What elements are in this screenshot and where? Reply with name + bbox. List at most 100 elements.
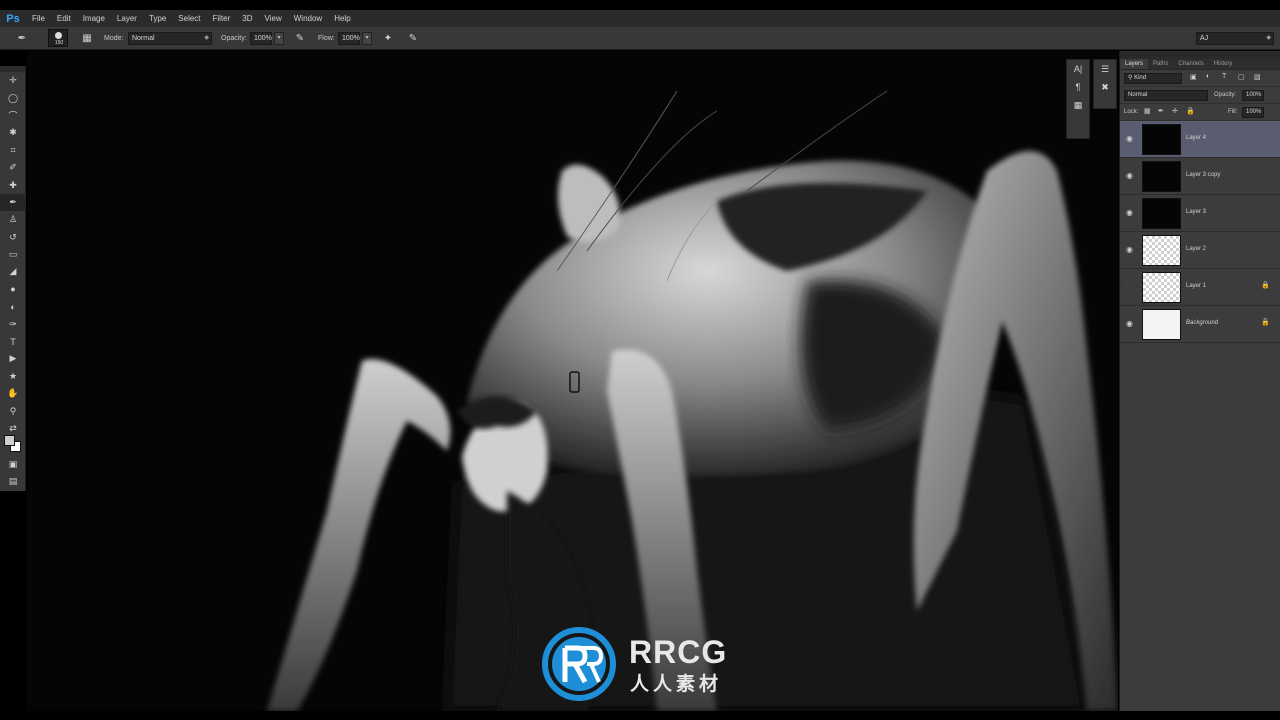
shape-filter-icon[interactable]: ▢ [1238,73,1245,81]
eyedropper-tool-icon[interactable]: ✐ [0,159,26,176]
layer-row[interactable]: ◉ Layer 3 [1120,195,1280,232]
collapsed-panel-dock: A| ¶ ▦ ☰ ✖ [1066,51,1118,139]
brush-tool-icon[interactable]: ✒ [0,193,26,212]
tools-panel: ✛ ◯ ⌒ ✱ ⌗ ✐ ✚ ✒ ♙ ↺ ▭ ◢ ● ◐ ✑ T ▶ ★ ✋ ⚲ … [0,66,26,491]
lock-all-icon[interactable]: 🔒 [1186,107,1195,115]
lock-position-icon[interactable]: ✛ [1172,107,1178,115]
eraser-tool-icon[interactable]: ▭ [0,246,26,263]
brush-tool-preset-icon[interactable]: ✒ [14,30,30,46]
dodge-tool-icon[interactable]: ◐ [0,298,26,315]
menu-window[interactable]: Window [288,10,328,27]
lock-transparent-icon[interactable]: ▦ [1144,107,1151,115]
swatches-panel-icon[interactable]: ▦ [1067,96,1089,114]
brush-size-value: 150 [54,40,64,46]
custom-shape-tool-icon[interactable]: ★ [0,368,26,385]
path-selection-tool-icon[interactable]: ▶ [0,350,26,367]
tab-channels[interactable]: Channels [1173,59,1208,69]
opacity-dropdown-button[interactable]: ▾ [274,32,284,45]
paragraph-panel-icon[interactable]: ¶ [1067,78,1089,96]
opacity-input[interactable]: 100% [250,32,272,45]
adjustment-filter-icon[interactable]: ◐ [1206,73,1210,80]
layer-opacity-input[interactable]: 100% [1242,90,1264,101]
pressure-size-icon[interactable]: ✎ [405,30,421,46]
hand-tool-icon[interactable]: ✋ [0,385,26,402]
menu-select[interactable]: Select [172,10,206,27]
layer-row[interactable]: ◉ Layer 4 [1120,121,1280,158]
layers-panel-top-bar[interactable] [1120,51,1280,59]
quick-mask-icon[interactable]: ▣ [0,456,26,473]
dock-column-1: A| ¶ ▦ [1066,59,1090,139]
menu-image[interactable]: Image [77,10,111,27]
options-bar: ✒ 150 ▦ Mode: Normal ◆ Opacity: 100% ▾ ✎ … [0,27,1280,50]
menu-layer[interactable]: Layer [111,10,143,27]
bottom-black-strip [0,711,1280,720]
tab-paths[interactable]: Paths [1148,59,1173,69]
layer-name: Layer 3 copy [1186,172,1221,178]
menu-type[interactable]: Type [143,10,172,27]
pixel-filter-icon[interactable]: ▣ [1190,73,1197,81]
layer-row[interactable]: □ Layer 1 🔒 [1120,269,1280,306]
filter-kind-value: Kind [1134,75,1147,81]
blur-tool-icon[interactable]: ● [0,281,26,298]
menu-help[interactable]: Help [328,10,356,27]
tab-history[interactable]: History [1209,59,1238,69]
visibility-eye-icon[interactable]: ◉ [1126,171,1133,180]
lock-icon: 🔒 [1261,282,1270,289]
menu-file[interactable]: File [26,10,51,27]
layer-row[interactable]: ◉ Layer 2 [1120,232,1280,269]
character-panel-icon[interactable]: A| [1067,60,1089,78]
brush-size-preview[interactable]: 150 [48,29,68,47]
foreground-color-swatch[interactable] [4,435,15,446]
blend-mode-select[interactable]: Normal [1124,90,1208,101]
mode-select[interactable]: Normal ◆ [128,32,212,45]
airbrush-icon[interactable]: ✦ [380,30,396,46]
marquee-tool-icon[interactable]: ◯ [0,89,26,106]
lock-label: Lock: [1124,109,1139,115]
menu-view[interactable]: View [259,10,288,27]
opacity-label: Opacity: [1214,92,1237,98]
tool-presets-panel-icon[interactable]: ✖ [1094,78,1116,96]
healing-brush-tool-icon[interactable]: ✚ [0,176,26,193]
visibility-eye-icon[interactable]: ◉ [1126,208,1133,217]
paint-bucket-tool-icon[interactable]: ◢ [0,263,26,280]
layer-filter-kind-select[interactable]: ⚲ Kind [1124,73,1182,84]
history-brush-tool-icon[interactable]: ↺ [0,229,26,246]
top-black-strip [0,0,1280,10]
visibility-eye-icon[interactable]: ◉ [1126,245,1133,254]
screen-mode-icon[interactable]: ▤ [0,473,26,490]
lock-image-icon[interactable]: ✒ [1158,107,1164,115]
menu-edit[interactable]: Edit [51,10,77,27]
tab-layers[interactable]: Layers [1120,59,1149,69]
type-filter-icon[interactable]: T [1222,73,1226,80]
pressure-opacity-icon[interactable]: ✎ [292,30,308,46]
layer-row[interactable]: ◉ Background 🔒 [1120,306,1280,343]
move-tool-icon[interactable]: ✛ [0,72,26,89]
quick-select-tool-icon[interactable]: ✱ [0,124,26,141]
clone-stamp-tool-icon[interactable]: ♙ [0,211,26,228]
visibility-eye-icon[interactable]: ◉ [1126,319,1133,328]
lasso-tool-icon[interactable]: ⌒ [0,107,26,124]
zoom-tool-icon[interactable]: ⚲ [0,402,26,419]
brush-tip-icon [55,32,62,39]
crop-tool-icon[interactable]: ⌗ [0,142,26,159]
lock-icon: 🔒 [1261,319,1270,326]
document-canvas[interactable] [27,51,1118,711]
visibility-off-icon[interactable]: □ [1126,282,1131,291]
brush-panel-toggle-icon[interactable]: ▦ [79,30,95,46]
adjustments-panel-icon[interactable]: ☰ [1094,60,1116,78]
type-tool-icon[interactable]: T [0,333,26,350]
menu-filter[interactable]: Filter [207,10,237,27]
workspace-select[interactable]: AJ ◆ [1196,32,1274,45]
pen-tool-icon[interactable]: ✑ [0,315,26,332]
layer-row[interactable]: ◉ Layer 3 copy [1120,158,1280,195]
flow-input[interactable]: 100% [338,32,360,45]
layer-name: Layer 4 [1186,135,1207,141]
panel-tabs: Layers Paths Channels History [1120,59,1280,70]
chevron-updown-icon: ◆ [1266,35,1271,41]
menu-3d[interactable]: 3D [236,10,258,27]
layer-fill-input[interactable]: 100% [1242,107,1264,118]
smart-object-filter-icon[interactable]: ▧ [1254,73,1261,81]
flow-dropdown-button[interactable]: ▾ [362,32,372,45]
dock-column-2: ☰ ✖ [1093,59,1117,109]
visibility-eye-icon[interactable]: ◉ [1126,134,1133,143]
